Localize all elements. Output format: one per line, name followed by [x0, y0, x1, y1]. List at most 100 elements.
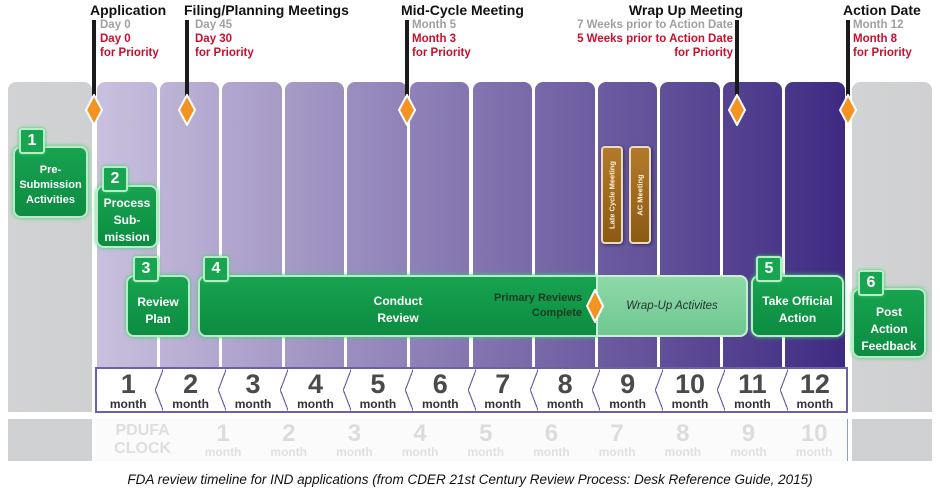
month-unit: month	[172, 397, 209, 411]
month-number: 3	[245, 369, 261, 399]
wrap-up-diamond-icon	[728, 94, 746, 126]
pdufa-month-unit: month	[795, 445, 833, 459]
primary-reviews-complete-diamond-icon	[586, 289, 604, 323]
milestone-priority-timing: Month 8	[853, 33, 898, 45]
pdufa-month-number: 8	[676, 420, 690, 447]
pdufa-month-cell: 4 month	[387, 419, 453, 461]
step-label: Process Sub- mission	[103, 196, 151, 244]
month-number: 1	[120, 369, 136, 399]
month-scale: 1 month 2 month 3 month 4 month 5 month 6 month 7 mon…	[95, 367, 848, 413]
month-cell: 1 month	[97, 369, 159, 411]
month-number: 5	[370, 369, 386, 399]
pdufa-clock-label: PDUFA CLOCK	[95, 419, 190, 461]
pdufa-month-number: 4	[413, 420, 427, 447]
pdufa-label-line1: PDUFA	[115, 422, 170, 439]
milestone-priority-timing: Month 3	[412, 33, 457, 45]
pdufa-month-unit: month	[401, 445, 439, 459]
pdufa-month-cell: 7 month	[584, 419, 650, 461]
step-2-process-submission: Process Sub- mission	[96, 185, 158, 248]
milestone-priority-timing: Day 0	[100, 33, 131, 45]
month-number: 10	[674, 369, 706, 399]
application-marker-line	[92, 20, 96, 100]
application-diamond-icon	[85, 94, 103, 126]
month-cell: 3 month	[217, 369, 284, 411]
mid-cycle-diamond-icon	[398, 94, 416, 126]
month-number: 11	[738, 369, 767, 399]
pdufa-month-cell: 6 month	[519, 419, 585, 461]
pdufa-month-cell: 9 month	[716, 419, 782, 461]
pre-submission-pdufa-block	[8, 419, 92, 461]
pdufa-month-cell: 1 month	[190, 419, 256, 461]
pdufa-month-number: 3	[347, 420, 362, 447]
pdufa-month-unit: month	[730, 445, 767, 459]
milestone-priority-suffix: for Priority	[412, 47, 471, 59]
pdufa-month-cell: 5 month	[453, 419, 519, 461]
step-label: Take Official Action	[762, 294, 833, 325]
step-4-number: 4	[203, 256, 229, 282]
action-date-marker-line	[846, 20, 850, 100]
milestone-title: Application	[90, 2, 167, 18]
late-cycle-meeting-bar: Late Cycle Meeting	[601, 146, 623, 244]
milestone-title: Action Date	[843, 2, 921, 18]
figure-caption: FDA review timeline for IND applications…	[127, 472, 813, 487]
milestone-title: Filing/Planning Meetings	[184, 2, 349, 18]
pdufa-label-line2: CLOCK	[114, 440, 172, 457]
month-cell: 2 month	[155, 369, 221, 411]
milestone-priority-suffix: for Priority	[674, 47, 733, 59]
month-unit: month	[109, 397, 147, 411]
pdufa-month-unit: month	[467, 445, 505, 459]
milestone-standard-timing: Month 5	[412, 19, 457, 31]
month-unit: month	[734, 397, 771, 411]
pdufa-clock-scale: PDUFA CLOCK 1 month 2 month 3 month 4 month 5 mon…	[95, 419, 848, 461]
step-4-conduct-review: Conduct Review Primary Reviews Complete	[198, 275, 598, 337]
milestone-standard-timing: Month 12	[853, 19, 904, 31]
month-cell: 12 month	[779, 369, 846, 411]
pdufa-month-number: 5	[479, 420, 493, 447]
pdufa-month-number: 6	[544, 420, 559, 447]
pdufa-month-cell: 2 month	[256, 419, 322, 461]
post-action-column	[852, 82, 932, 412]
milestone-priority-timing: Day 30	[195, 33, 233, 45]
pdufa-month-number: 7	[610, 420, 624, 447]
mid-cycle-marker-line	[405, 20, 409, 100]
month-cell: 9 month	[592, 369, 658, 411]
milestone-wrap-up: Wrap Up Meeting 7 Weeks prior to Action …	[555, 2, 745, 60]
milestone-mid-cycle: Mid-Cycle Meeting Month 5 Month 3 for Pr…	[401, 2, 524, 60]
pdufa-month-unit: month	[204, 445, 242, 459]
pdufa-month-unit: month	[270, 445, 308, 459]
ac-meeting-label: AC Meeting	[635, 174, 645, 216]
milestone-priority-timing: 5 Weeks prior to Action Date	[577, 33, 733, 45]
post-action-pdufa-block	[852, 419, 932, 461]
milestone-filing-planning: Filing/Planning Meetings Day 45 Day 30 f…	[184, 2, 349, 60]
late-cycle-meeting-label: Late Cycle Meeting	[607, 161, 617, 229]
month-number: 7	[495, 369, 511, 399]
step-6-number: 6	[858, 270, 884, 296]
step-3-review-plan: Review Plan	[126, 275, 190, 337]
pdufa-month-cell: 3 month	[322, 419, 388, 461]
step-1-number: 1	[19, 128, 45, 154]
milestone-priority-suffix: for Priority	[195, 47, 254, 59]
milestone-title: Mid-Cycle Meeting	[401, 2, 524, 18]
step-label: Review Plan	[137, 295, 179, 326]
step-6-post-action-feedback: Post Action Feedback	[852, 288, 926, 358]
milestone-title: Wrap Up Meeting	[628, 2, 743, 18]
month-cell: 11 month	[717, 369, 783, 411]
step-3-number: 3	[133, 256, 159, 282]
milestone-action-date: Action Date Month 12 Month 8 for Priorit…	[843, 2, 921, 60]
wrap-up-marker-line	[735, 20, 739, 100]
step-5-number: 5	[756, 256, 782, 282]
pdufa-month-unit: month	[533, 445, 570, 459]
month-unit: month	[484, 397, 522, 411]
pdufa-month-unit: month	[664, 445, 702, 459]
month-number: 2	[183, 369, 199, 399]
month-cell: 7 month	[467, 369, 534, 411]
wrap-up-activities-box: Wrap-Up Activites	[596, 275, 748, 337]
month-unit: month	[234, 397, 272, 411]
action-date-diamond-icon	[839, 94, 857, 126]
month-cell: 4 month	[280, 369, 346, 411]
pdufa-month-cell: 10 month	[781, 419, 847, 461]
milestone-standard-timing: Day 45	[195, 19, 233, 31]
month-unit: month	[546, 397, 584, 411]
wrap-up-activities-label: Wrap-Up Activites	[626, 300, 718, 312]
pdufa-month-number: 1	[216, 420, 230, 447]
